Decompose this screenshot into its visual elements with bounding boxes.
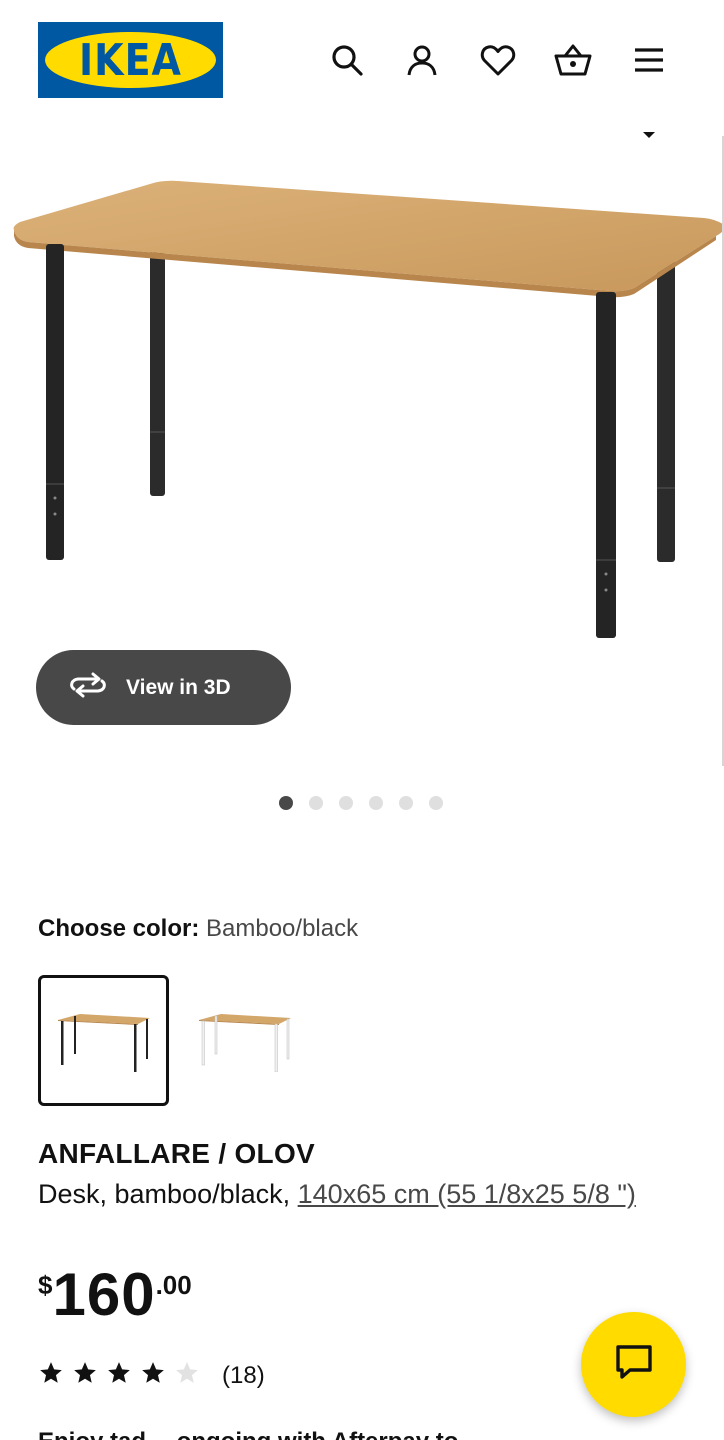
- chat-icon: [614, 1343, 654, 1386]
- gallery-pagination: [279, 796, 443, 810]
- swatch-bamboo-black[interactable]: [38, 975, 169, 1106]
- pagination-dot[interactable]: [429, 796, 443, 810]
- star-filled-icon: [38, 1360, 64, 1391]
- logo-text: IKEA: [79, 34, 182, 86]
- product-dimensions-link[interactable]: 140x65 cm (55 1/8x25 5/8 "): [298, 1179, 636, 1209]
- color-chooser: Choose color: Bamboo/black: [38, 915, 358, 943]
- color-selected-value: Bamboo/black: [206, 915, 359, 942]
- color-label: Choose color:: [38, 915, 200, 942]
- ikea-logo[interactable]: IKEA: [38, 22, 223, 98]
- star-filled-icon: [106, 1360, 132, 1391]
- pagination-dot[interactable]: [369, 796, 383, 810]
- rating-count: (18): [222, 1361, 265, 1389]
- product-price: $ 160 .00: [38, 1262, 192, 1328]
- price-integer: 160: [52, 1261, 156, 1328]
- pagination-dot[interactable]: [279, 796, 293, 810]
- search-icon[interactable]: [325, 38, 369, 82]
- view-in-3d-button[interactable]: View in 3D: [36, 650, 291, 725]
- price-currency: $: [38, 1270, 53, 1300]
- account-icon[interactable]: [400, 38, 444, 82]
- product-type: Desk, bamboo/black,: [38, 1179, 291, 1209]
- logo-ellipse: IKEA: [45, 32, 216, 88]
- heart-icon[interactable]: [476, 38, 520, 82]
- view-in-3d-label: View in 3D: [126, 675, 231, 699]
- swatch-bamboo-white[interactable]: [179, 975, 310, 1106]
- product-description: Desk, bamboo/black, 140x65 cm (55 1/8x25…: [38, 1175, 678, 1213]
- star-empty-icon: [174, 1360, 200, 1391]
- star-filled-icon: [140, 1360, 166, 1391]
- product-rating[interactable]: (18): [38, 1360, 265, 1391]
- chat-button[interactable]: [581, 1312, 686, 1417]
- product-name: ANFALLARE / OLOV: [38, 1138, 316, 1169]
- color-swatches: [38, 975, 310, 1106]
- basket-icon[interactable]: [551, 38, 595, 82]
- product-image-gallery[interactable]: View in 3D: [0, 122, 724, 842]
- menu-icon[interactable]: [627, 38, 671, 82]
- afterpay-teaser-text: Enjoy tad… ongoing with Afterpay to…: [38, 1428, 482, 1440]
- pagination-dot[interactable]: [339, 796, 353, 810]
- desk-product-image: [13, 132, 724, 638]
- star-filled-icon: [72, 1360, 98, 1391]
- rotate-3d-icon: [68, 671, 108, 704]
- price-decimal: .00: [155, 1270, 192, 1300]
- site-header: IKEA: [0, 0, 724, 122]
- pagination-dot[interactable]: [399, 796, 413, 810]
- pagination-dot[interactable]: [309, 796, 323, 810]
